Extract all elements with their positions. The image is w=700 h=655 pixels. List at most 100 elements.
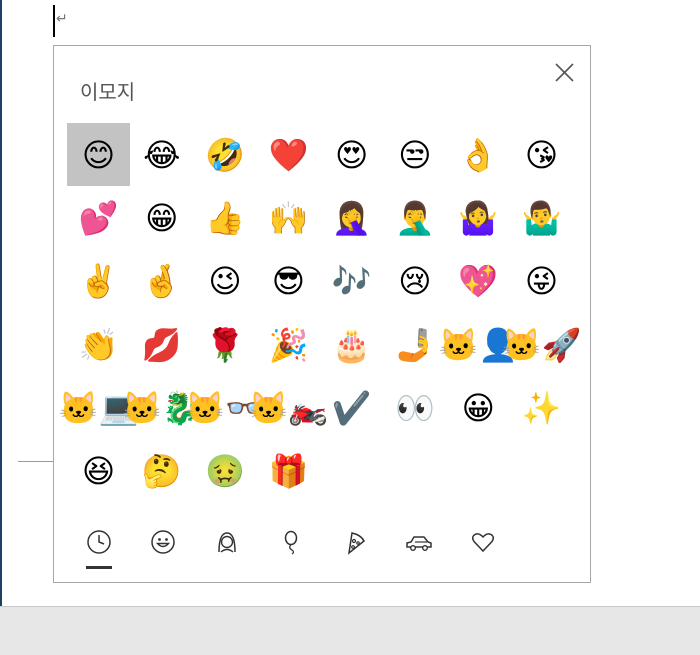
emoji-smiling-face-with-smiling-eyes[interactable]: 😊 (67, 123, 130, 186)
emoji-grinning-face[interactable]: 😀 (447, 377, 510, 440)
category-travel[interactable] (399, 522, 439, 562)
emoji-winking-face-with-tongue[interactable]: 😜 (510, 250, 573, 313)
emoji-rose[interactable]: 🌹 (194, 313, 257, 376)
emoji-glyph: 🐱‍🏍 (248, 389, 329, 428)
emoji-glyph: 😀 (461, 389, 495, 428)
window-edge (0, 0, 2, 606)
emoji-ninja-cat[interactable]: 🐱‍👤 (438, 313, 518, 376)
emoji-man-shrugging[interactable]: 🤷‍♂️ (510, 186, 573, 249)
emoji-birthday-cake[interactable]: 🎂 (320, 313, 383, 376)
emoji-sparkles[interactable]: ✨ (510, 377, 573, 440)
emoji-glyph: 🎶 (331, 262, 372, 301)
emoji-glyph: 🙌 (268, 198, 309, 237)
emoji-glyph: 🌹 (205, 325, 246, 364)
emoji-woman-shrugging[interactable]: 🤷‍♀️ (447, 186, 510, 249)
emoji-musical-notes[interactable]: 🎶 (320, 250, 383, 313)
emoji-glyph: 🎉 (268, 325, 309, 364)
emoji-thumbs-up[interactable]: 👍 (194, 186, 257, 249)
emoji-glyph: 🤷‍♂️ (521, 198, 562, 237)
category-food[interactable] (335, 522, 375, 562)
emoji-grid: 😊 😂 🤣 ❤️ 😍 😒 👌 😘 💕 😁 👍 🙌 🤦‍♀️ 🤦‍♂️ 🤷‍♀️ 🤷‍♂️ ✌️ 🤞 😉 😎 🎶 😢 💖 😜 👏 💋… (59, 123, 582, 503)
emoji-kiss-mark[interactable]: 💋 (130, 313, 193, 376)
emoji-woman-facepalming[interactable]: 🤦‍♀️ (320, 186, 383, 249)
emoji-glyph: ❤️ (268, 135, 309, 174)
emoji-eyes[interactable]: 👀 (383, 377, 446, 440)
emoji-glyph: 😜 (524, 262, 559, 301)
emoji-raising-hands[interactable]: 🙌 (257, 186, 320, 249)
emoji-glyph: 🤞 (141, 262, 182, 301)
emoji-glyph: 😂 (143, 135, 181, 174)
emoji-dino-cat[interactable]: 🐱‍🐉 (122, 377, 202, 440)
emoji-glyph: 🤦‍♂️ (395, 198, 435, 237)
emoji-glyph: 🤣 (205, 135, 246, 174)
emoji-face-with-tears-of-joy[interactable]: 😂 (130, 123, 193, 186)
emoji-glyph: 😎 (271, 262, 306, 301)
emoji-thinking-face[interactable]: 🤔 (130, 440, 193, 503)
emoji-glyph: 🤷‍♀️ (458, 198, 499, 237)
emoji-hipster-cat[interactable]: 🐱‍👓 (185, 377, 265, 440)
status-bar (0, 606, 700, 655)
emoji-glyph: 🤢 (205, 452, 246, 491)
text-cursor (53, 5, 55, 37)
category-symbols[interactable] (463, 522, 503, 562)
emoji-party-popper[interactable]: 🎉 (257, 313, 320, 376)
panel-title: 이모지 (80, 80, 136, 104)
balloon-icon (284, 530, 298, 555)
emoji-glyph: ✔️ (331, 389, 372, 428)
emoji-glyph: 💕 (78, 198, 119, 237)
emoji-rolling-on-the-floor-laughing[interactable]: 🤣 (194, 123, 257, 186)
emoji-panel: 이모지 😊 😂 🤣 ❤️ 😍 😒 👌 😘 💕 😁 👍 🙌 🤦‍♀️ 🤦‍♂️ 🤷‍♀️ 🤷‍♂️ ✌️ 🤞 😉 😎 🎶 😢… (53, 45, 591, 583)
emoji-smiling-face-with-sunglasses[interactable]: 😎 (257, 250, 320, 313)
emoji-glyph: 😆 (81, 452, 116, 491)
clock-icon (87, 530, 111, 554)
emoji-winking-face[interactable]: 😉 (194, 250, 257, 313)
emoji-selfie[interactable]: 🤳 (383, 313, 446, 376)
emoji-face-blowing-a-kiss[interactable]: 😘 (510, 123, 573, 186)
emoji-smiling-face-with-heart-eyes[interactable]: 😍 (320, 123, 383, 186)
emoji-glyph: 🎁 (268, 452, 309, 491)
emoji-crying-face[interactable]: 😢 (383, 250, 446, 313)
emoji-man-facepalming[interactable]: 🤦‍♂️ (383, 186, 446, 249)
emoji-glyph: 😒 (398, 135, 432, 174)
close-button[interactable] (550, 58, 580, 88)
emoji-hacker-cat[interactable]: 🐱‍💻 (59, 377, 139, 440)
emoji-nauseated-face[interactable]: 🤢 (194, 440, 257, 503)
category-bar (67, 522, 567, 569)
emoji-glyph: 😊 (81, 135, 116, 174)
emoji-ok-hand[interactable]: 👌 (447, 123, 510, 186)
emoji-wrapped-gift[interactable]: 🎁 (257, 440, 320, 503)
emoji-glyph: 🤦‍♀️ (331, 198, 372, 237)
emoji-crossed-fingers[interactable]: 🤞 (130, 250, 193, 313)
emoji-clapping-hands[interactable]: 👏 (67, 313, 130, 376)
emoji-glyph: 👏 (78, 325, 119, 364)
emoji-grinning-squinting-face[interactable]: 😆 (67, 440, 130, 503)
margin-guide-horizontal (18, 461, 54, 462)
emoji-glyph: 👍 (205, 198, 246, 237)
emoji-beaming-face-with-smiling-eyes[interactable]: 😁 (130, 186, 193, 249)
emoji-unamused-face[interactable]: 😒 (383, 123, 446, 186)
active-category-indicator (86, 566, 112, 569)
emoji-glyph: 🐱‍🚀 (501, 325, 582, 364)
close-icon (555, 63, 574, 82)
emoji-glyph: 👀 (395, 389, 435, 428)
emoji-two-hearts[interactable]: 💕 (67, 186, 130, 249)
emoji-victory-hand[interactable]: ✌️ (67, 250, 130, 313)
car-icon (406, 536, 432, 552)
category-celebration[interactable] (271, 522, 311, 562)
emoji-astro-cat[interactable]: 🐱‍🚀 (502, 313, 582, 376)
emoji-sparkling-heart[interactable]: 💖 (447, 250, 510, 313)
emoji-red-heart[interactable]: ❤️ (257, 123, 320, 186)
emoji-glyph: 👌 (458, 135, 499, 174)
emoji-glyph: 🤳 (395, 325, 435, 364)
category-smileys[interactable] (143, 522, 183, 562)
emoji-glyph: ✌️ (78, 262, 119, 301)
paragraph-mark: ↵ (56, 11, 68, 27)
pizza-icon (347, 532, 365, 555)
category-recent[interactable] (79, 522, 119, 562)
emoji-glyph: 🤔 (141, 452, 182, 491)
emoji-glyph: ✨ (521, 389, 562, 428)
emoji-stunt-cat[interactable]: 🐱‍🏍 (249, 377, 329, 440)
emoji-check-mark[interactable]: ✔️ (320, 377, 383, 440)
smiley-icon (151, 530, 175, 554)
category-people[interactable] (207, 522, 247, 562)
